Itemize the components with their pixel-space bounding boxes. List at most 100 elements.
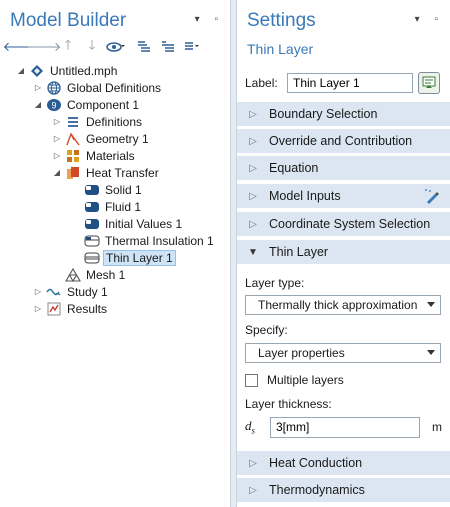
tree-node-thermal-insulation-1[interactable]: Thermal Insulation 1 bbox=[84, 232, 216, 249]
thickness-input[interactable] bbox=[270, 416, 420, 438]
section-label: Boundary Selection bbox=[269, 107, 378, 121]
domain-node-icon bbox=[84, 217, 100, 231]
collapsed-triangle-icon: ▷ bbox=[249, 135, 257, 147]
layer-type-select[interactable]: Thermally thick approximation bbox=[245, 295, 441, 315]
tree-label: Results bbox=[67, 301, 108, 316]
heat-transfer-icon bbox=[65, 166, 81, 180]
label-caption: Label: bbox=[245, 76, 278, 90]
section-boundary-selection[interactable]: ▷ Boundary Selection bbox=[237, 101, 450, 126]
tree-label: Study 1 bbox=[67, 284, 108, 299]
tree-node-results[interactable]: ▷ Results bbox=[33, 300, 109, 317]
model-file-icon bbox=[29, 64, 45, 78]
tree-label: Heat Transfer bbox=[86, 165, 159, 180]
show-icon[interactable] bbox=[104, 38, 128, 56]
section-override[interactable]: ▷ Override and Contribution bbox=[237, 128, 450, 153]
collapsed-triangle-icon: ▷ bbox=[249, 190, 257, 202]
section-label: Override and Contribution bbox=[269, 134, 413, 148]
tree-label: Mesh 1 bbox=[86, 267, 126, 282]
section-coordinate-system[interactable]: ▷ Coordinate System Selection bbox=[237, 211, 450, 236]
results-icon bbox=[46, 302, 62, 316]
globe-icon bbox=[46, 80, 62, 95]
collapsed-triangle-icon[interactable]: ▷ bbox=[52, 134, 62, 143]
collapsed-triangle-icon: ▷ bbox=[249, 457, 257, 469]
section-label: Thermodynamics bbox=[269, 483, 365, 497]
tree-node-global-definitions[interactable]: ▷ Global Definitions bbox=[33, 79, 163, 96]
thickness-unit: m bbox=[432, 420, 442, 434]
section-thermodynamics[interactable]: ▷ Thermodynamics bbox=[237, 477, 450, 502]
dropdown-arrow-icon bbox=[427, 350, 435, 355]
rename-icon bbox=[422, 76, 436, 88]
rename-node-button[interactable] bbox=[418, 72, 440, 94]
settings-pane: Settings Thin Layer ▾ ▫ Label: ▷ Boundar… bbox=[236, 0, 450, 507]
tree-node-materials[interactable]: ▷ Materials bbox=[52, 147, 137, 164]
move-down-icon[interactable]: 🡓 bbox=[80, 37, 104, 56]
tree-label: Initial Values 1 bbox=[105, 216, 183, 231]
boundary-node-icon bbox=[84, 251, 100, 265]
tree-node-heat-transfer[interactable]: ◢ Heat Transfer bbox=[52, 164, 161, 181]
section-model-inputs[interactable]: ▷ Model Inputs bbox=[237, 183, 450, 208]
layer-type-label: Layer type: bbox=[245, 276, 305, 290]
multiple-layers-checkbox[interactable] bbox=[245, 373, 258, 387]
specify-select[interactable]: Layer properties bbox=[245, 343, 441, 363]
collapse-all-icon[interactable] bbox=[132, 38, 156, 56]
expand-all-icon[interactable] bbox=[156, 38, 180, 56]
thickness-label: Layer thickness: bbox=[245, 397, 332, 411]
tree-node-definitions[interactable]: ▷ Definitions bbox=[52, 113, 144, 130]
edit-model-inputs-icon[interactable] bbox=[424, 189, 440, 208]
thickness-symbol: ds bbox=[245, 418, 256, 436]
tree-node-thin-layer-1[interactable]: Thin Layer 1 bbox=[84, 249, 176, 266]
tree-label: Component 1 bbox=[67, 97, 140, 112]
expanded-triangle-icon: ▼ bbox=[248, 246, 258, 258]
tree-node-study-1[interactable]: ▷ Study 1 bbox=[33, 283, 110, 300]
pane-menu-icons[interactable]: ▾ ▫ bbox=[195, 14, 224, 25]
tree-label: Definitions bbox=[86, 114, 143, 129]
mesh-icon bbox=[65, 267, 81, 282]
tree-node-fluid-1[interactable]: Fluid 1 bbox=[84, 198, 143, 215]
tree-options-icon[interactable] bbox=[180, 38, 204, 56]
tree-label: Materials bbox=[86, 148, 135, 163]
tree-label: Fluid 1 bbox=[105, 199, 142, 214]
boundary-node-icon bbox=[84, 234, 100, 248]
materials-icon bbox=[65, 149, 81, 163]
tree-label: Untitled.mph bbox=[50, 63, 118, 78]
collapsed-triangle-icon[interactable]: ▷ bbox=[52, 117, 62, 126]
label-row: Label: bbox=[245, 72, 442, 94]
move-up-icon[interactable]: 🡑 bbox=[56, 37, 80, 56]
model-builder-title: Model Builder bbox=[10, 10, 127, 31]
section-label: Thin Layer bbox=[269, 245, 329, 259]
section-equation[interactable]: ▷ Equation bbox=[237, 155, 450, 180]
expanded-triangle-icon[interactable]: ◢ bbox=[16, 66, 26, 75]
specify-value: Layer properties bbox=[258, 346, 345, 360]
collapsed-triangle-icon[interactable]: ▷ bbox=[33, 83, 43, 92]
forward-arrow-icon[interactable]: 🡒 bbox=[27, 38, 62, 56]
tree-node-component-1[interactable]: ◢ 9 Component 1 bbox=[33, 96, 141, 113]
expanded-triangle-icon[interactable]: ◢ bbox=[33, 100, 43, 109]
tree-node-untitled[interactable]: ◢ Untitled.mph bbox=[16, 62, 119, 79]
section-label: Heat Conduction bbox=[269, 456, 363, 470]
model-builder-pane: Model Builder ▾ ▫ 🡐 🡒 🡑 🡓 ◢ Untitled.mph bbox=[0, 0, 231, 507]
tree-node-solid-1[interactable]: Solid 1 bbox=[84, 181, 144, 198]
expanded-triangle-icon[interactable]: ◢ bbox=[52, 168, 62, 177]
definitions-icon bbox=[65, 115, 81, 129]
label-input[interactable] bbox=[287, 73, 413, 93]
specify-label: Specify: bbox=[245, 323, 288, 337]
thickness-row: ds m bbox=[245, 416, 442, 438]
model-builder-toolbar: 🡐 🡒 🡑 🡓 bbox=[3, 37, 204, 56]
collapsed-triangle-icon: ▷ bbox=[249, 218, 257, 230]
section-heat-conduction[interactable]: ▷ Heat Conduction bbox=[237, 450, 450, 475]
multiple-layers-label: Multiple layers bbox=[267, 373, 344, 387]
domain-node-icon bbox=[84, 183, 100, 197]
tree-node-geometry-1[interactable]: ▷ Geometry 1 bbox=[52, 130, 151, 147]
tree-node-initial-values-1[interactable]: Initial Values 1 bbox=[84, 215, 184, 232]
collapsed-triangle-icon[interactable]: ▷ bbox=[33, 287, 43, 296]
collapsed-triangle-icon[interactable]: ▷ bbox=[33, 304, 43, 313]
multiple-layers-row[interactable]: Multiple layers bbox=[245, 372, 344, 388]
tree-node-mesh-1[interactable]: Mesh 1 bbox=[65, 266, 127, 283]
pane-menu-icons[interactable]: ▾ ▫ bbox=[415, 14, 444, 25]
section-label: Coordinate System Selection bbox=[269, 217, 431, 231]
svg-text:9: 9 bbox=[51, 100, 56, 110]
section-thin-layer[interactable]: ▼ Thin Layer bbox=[237, 239, 450, 264]
collapsed-triangle-icon[interactable]: ▷ bbox=[52, 151, 62, 160]
settings-subtitle: Thin Layer bbox=[247, 41, 314, 57]
dropdown-arrow-icon bbox=[427, 302, 435, 307]
